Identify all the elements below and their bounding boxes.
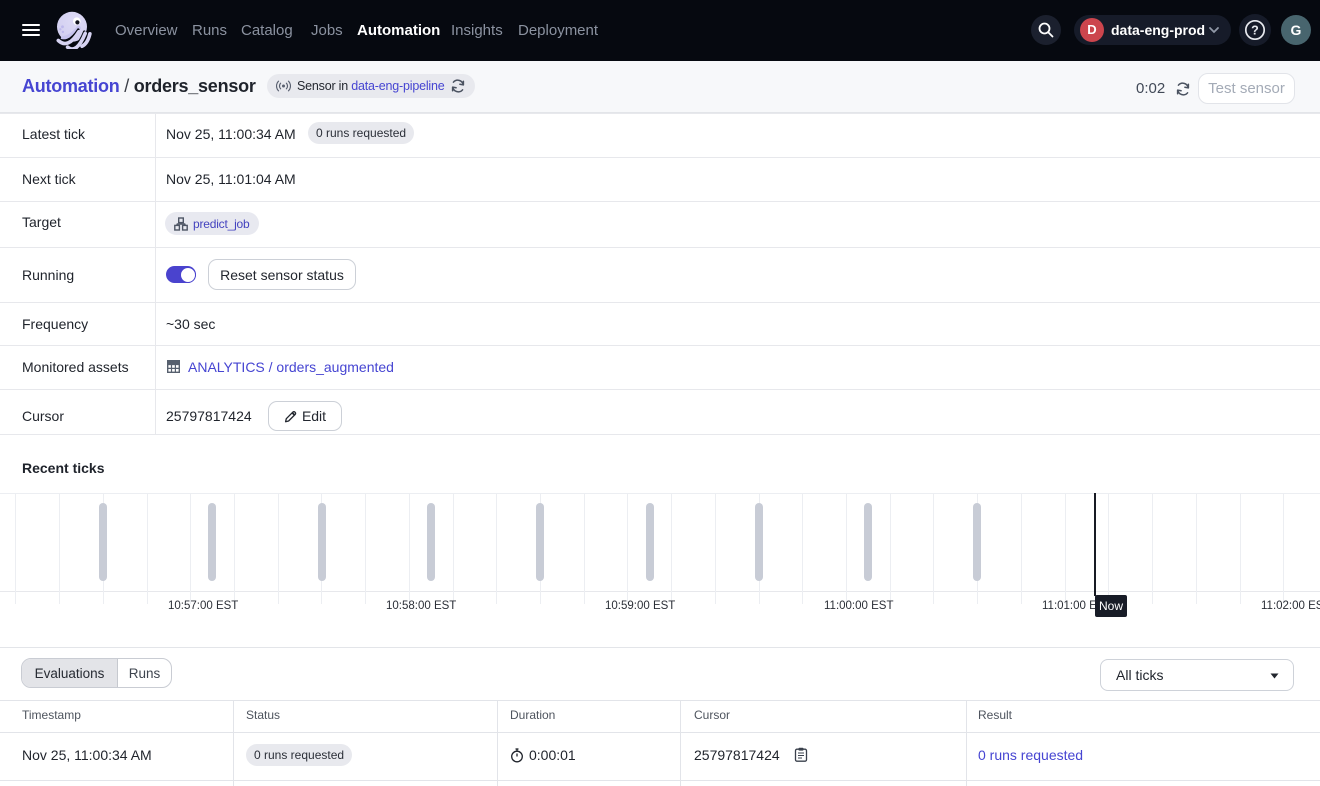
svg-text:?: ? (1251, 23, 1259, 37)
